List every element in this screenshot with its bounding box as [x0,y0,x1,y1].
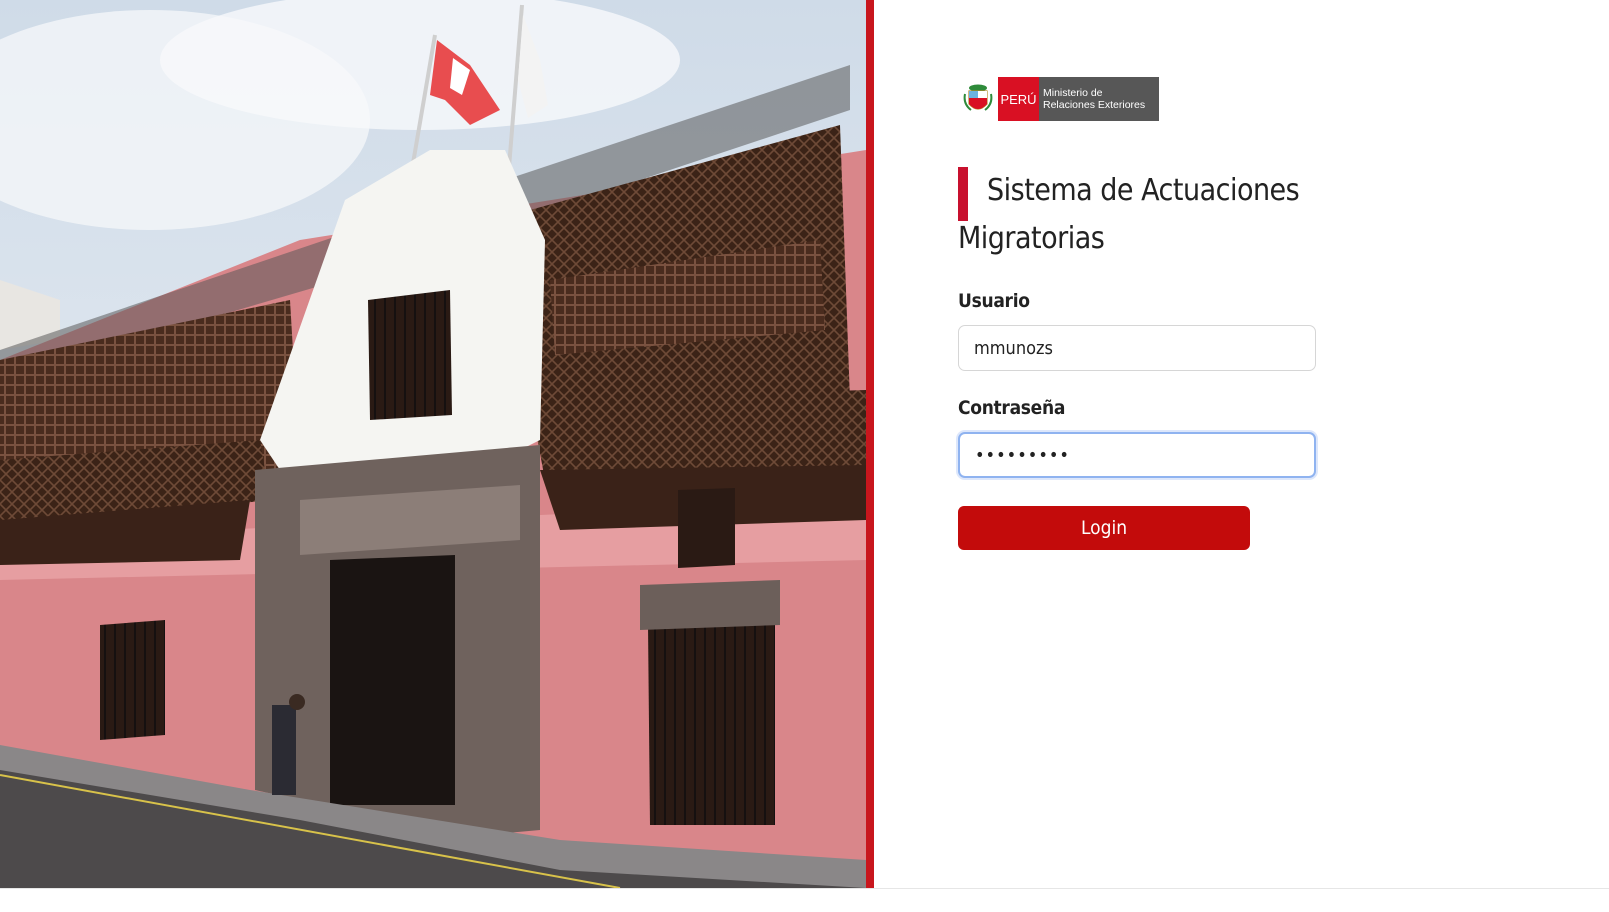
password-label: Contraseña [958,397,1066,419]
bottom-strip [0,888,1609,912]
coat-of-arms-icon [958,77,998,121]
ministry-logo: PERÚ Ministerio de Relaciones Exteriores [958,77,1159,121]
building-illustration [0,0,866,888]
login-button[interactable]: Login [958,506,1250,550]
username-label: Usuario [958,290,1030,312]
ministry-name: Ministerio de Relaciones Exteriores [1039,77,1159,121]
building-photo [0,0,866,888]
ministry-line-1: Ministerio de [1043,87,1103,99]
red-divider [866,0,874,888]
username-input[interactable] [958,325,1316,371]
title-accent-bar [958,167,968,221]
password-input[interactable] [958,432,1316,478]
page-title: Sistema de Actuaciones Migratorias [958,173,1300,256]
title-block: Sistema de Actuaciones Migratorias [958,167,1318,263]
peru-label: PERÚ [998,77,1039,121]
ministry-line-2: Relaciones Exteriores [1043,99,1146,111]
